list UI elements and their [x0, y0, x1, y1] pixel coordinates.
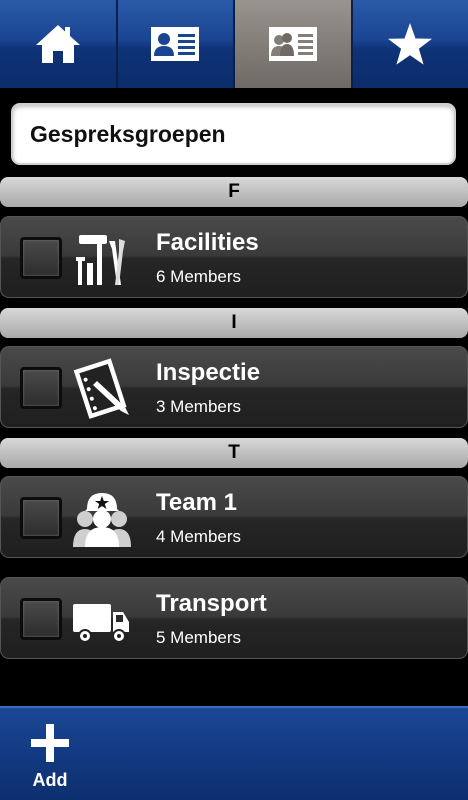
group-member-count: 6 Members: [156, 267, 242, 286]
group-member-count: 5 Members: [156, 628, 242, 647]
truck-icon: [71, 588, 133, 650]
contact-card-icon: [151, 27, 200, 61]
team-helmet-icon: [71, 487, 133, 549]
group-row-team-1[interactable]: Team 1 4 Members: [0, 476, 468, 558]
group-checkbox[interactable]: [20, 598, 62, 640]
group-name: Inspectie: [156, 359, 261, 386]
search-field-wrapper: Gespreksgroepen: [11, 103, 456, 165]
group-name: Transport: [156, 590, 267, 617]
add-button[interactable]: Add: [22, 722, 78, 794]
bottom-toolbar: Add: [0, 706, 468, 800]
home-icon: [35, 25, 80, 63]
group-row-inspectie[interactable]: Inspectie 3 Members: [0, 346, 468, 428]
tab-home[interactable]: [0, 0, 118, 88]
group-member-count: 3 Members: [156, 397, 242, 416]
search-input[interactable]: Gespreksgroepen: [11, 103, 456, 165]
tab-favorites[interactable]: [352, 0, 468, 88]
group-member-count: 4 Members: [156, 527, 242, 546]
group-name: Facilities: [156, 229, 259, 256]
tools-icon: [71, 227, 133, 289]
group-checkbox[interactable]: [20, 237, 62, 279]
top-tab-bar: [0, 0, 468, 88]
add-button-label: Add: [32, 770, 68, 790]
star-icon: [388, 23, 433, 65]
section-header-f: F: [0, 177, 468, 207]
plus-icon: [31, 724, 69, 762]
tab-groups[interactable]: [235, 0, 353, 88]
group-card-icon: [268, 27, 317, 61]
group-name: Team 1: [156, 489, 237, 516]
group-row-facilities[interactable]: Facilities 6 Members: [0, 216, 468, 298]
section-header-t: T: [0, 438, 468, 468]
group-checkbox[interactable]: [20, 367, 62, 409]
group-checkbox[interactable]: [20, 497, 62, 539]
clipboard-pen-icon: [71, 357, 133, 419]
group-row-transport[interactable]: Transport 5 Members: [0, 577, 468, 659]
section-header-i: I: [0, 308, 468, 338]
tab-contacts[interactable]: [117, 0, 235, 88]
